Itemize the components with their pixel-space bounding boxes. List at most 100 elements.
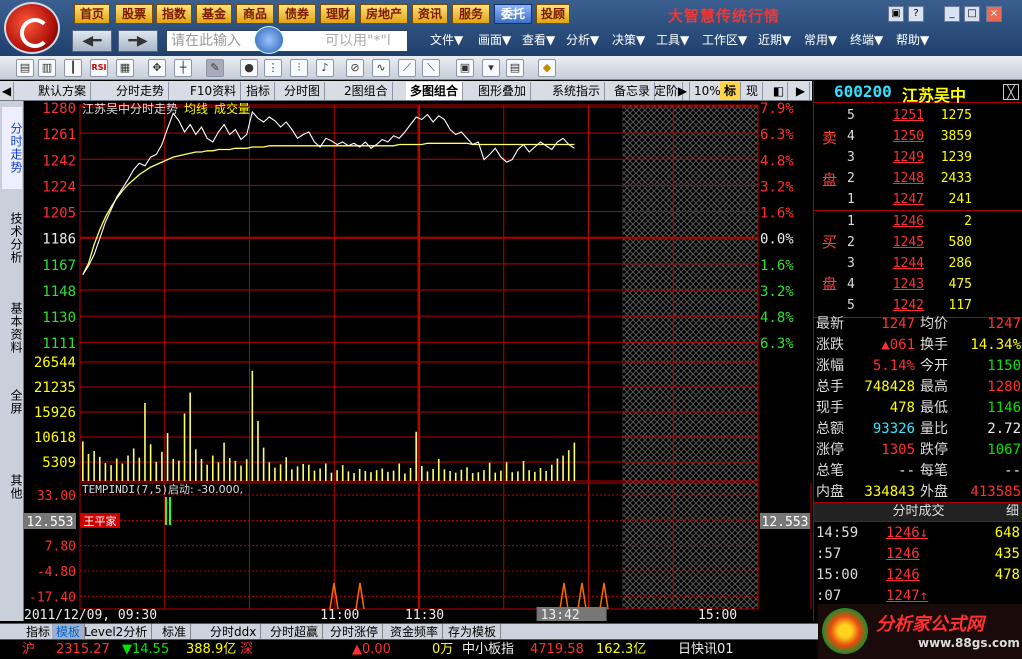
menu-item-1[interactable]: 画面▼ (478, 32, 511, 48)
nav-button-1[interactable]: 股票 (115, 4, 153, 24)
search-input[interactable]: 请在此输入 可以用"*"l (166, 30, 408, 52)
bid-row[interactable]: 5 1242 117 (814, 295, 1022, 316)
trend-up-icon[interactable]: ⟋ (398, 59, 416, 77)
maximize-icon[interactable]: □ (964, 6, 980, 22)
bell-icon[interactable]: ♪ (316, 59, 334, 77)
nav-button-4[interactable]: 商品 (236, 4, 274, 24)
intraday-chart[interactable]: 1280 7.9% 1261 6.3% 1242 4.8% 1224 3.2% 1205 1.6%… (24, 101, 813, 621)
kline-icon[interactable]: ┃ (64, 59, 82, 77)
chart-tab-6[interactable]: 多图组合 (406, 82, 464, 100)
rsi-icon[interactable]: RSI (90, 59, 108, 77)
nav-button-3[interactable]: 基金 (196, 4, 232, 24)
side-tab-4[interactable]: 其他 (2, 467, 23, 507)
draw-icon[interactable]: ✎ (206, 59, 224, 77)
move-icon[interactable]: ✥ (148, 59, 166, 77)
tab-scroll-left-icon[interactable]: ◀ (0, 82, 14, 100)
ask-row[interactable]: 2 1248 2433 (814, 168, 1022, 189)
report-icon[interactable]: ▤ (506, 59, 524, 77)
nav-button-10[interactable]: 委托 (494, 4, 532, 24)
menu-item-2[interactable]: 查看▼ (522, 32, 555, 48)
nav-button-8[interactable]: 资讯 (412, 4, 448, 24)
menu-item-6[interactable]: 工作区▼ (702, 32, 747, 48)
layout-toggle-icon[interactable]: ▣ (888, 6, 904, 22)
tab-scroll-right-icon[interactable]: ▶ (676, 82, 690, 100)
ask-row[interactable]: 4 1250 3859 (814, 126, 1022, 147)
chart-tab-9[interactable]: 备忘录 (610, 82, 656, 100)
bottom-tab-7[interactable]: 资金频率 (386, 624, 444, 640)
bottom-tab-6[interactable]: 分时涨停 (326, 624, 384, 640)
side-tab-3[interactable]: 全屏 (2, 377, 23, 427)
bid-row[interactable]: 1 1246 2 (814, 211, 1022, 232)
grid-icon[interactable]: ▦ (116, 59, 134, 77)
bottom-tab-4[interactable]: 分时ddx (206, 624, 262, 640)
nav-button-5[interactable]: 债券 (278, 4, 316, 24)
crosshair-icon[interactable]: ┼ (174, 59, 192, 77)
no-entry-icon[interactable]: ⊘ (346, 59, 364, 77)
nav-button-11[interactable]: 投顾 (536, 4, 570, 24)
back-button[interactable]: ◀━ (72, 30, 112, 52)
wave-icon[interactable]: ∿ (372, 59, 390, 77)
menu-item-4[interactable]: 决策▼ (612, 32, 645, 48)
nav-button-0[interactable]: 首页 (74, 4, 110, 24)
save-icon[interactable]: ▾ (482, 59, 500, 77)
app-logo-icon[interactable] (4, 2, 60, 54)
mark-button[interactable]: 标 (720, 82, 742, 100)
ask-row[interactable]: 5 1251 1275 (814, 105, 1022, 126)
folder-icon[interactable]: ▤ (16, 59, 34, 77)
menu-item-3[interactable]: 分析▼ (566, 32, 599, 48)
menu-item-5[interactable]: 工具▼ (656, 32, 689, 48)
bid-row[interactable]: 2 1245 580 (814, 232, 1022, 253)
color-icon[interactable]: ● (240, 59, 258, 77)
bid-row[interactable]: 4 1243 475 (814, 274, 1022, 295)
bottom-tab-0[interactable]: 指标 (22, 624, 56, 640)
chart-tab-2[interactable]: F10资料 (186, 82, 242, 100)
chart-tab-1[interactable]: 分时走势 (112, 82, 170, 100)
side-tab-2[interactable]: 基本资料 (2, 287, 23, 369)
menu-item-9[interactable]: 终端▼ (850, 32, 883, 48)
chart-tab-3[interactable]: 指标 (242, 82, 276, 100)
bottom-tab-2[interactable]: Level2分析 (80, 624, 153, 640)
bottom-tab-5[interactable]: 分时超赢 (266, 624, 324, 640)
diamond-icon[interactable]: ◆ (538, 59, 556, 77)
chart-tab-bar: ◀ 默认方案 分时走势 F10资料 指标 分时图 2图组合 多图组合 图形叠加 系统指示 备忘录定… (0, 81, 812, 101)
menu-item-8[interactable]: 常用▼ (804, 32, 837, 48)
nav-button-9[interactable]: 服务 (452, 4, 490, 24)
help-icon[interactable]: ? (908, 6, 924, 22)
search-bird-icon[interactable] (254, 26, 284, 54)
minimize-icon[interactable]: _ (944, 6, 960, 22)
trend-down-icon[interactable]: ⟍ (422, 59, 440, 77)
chart-tab-8[interactable]: 系统指示 (548, 82, 606, 100)
menu-item-0[interactable]: 文件▼ (430, 32, 463, 48)
ask-row[interactable]: 3 1249 1239 (814, 147, 1022, 168)
chart-tab-5[interactable]: 2图组合 (340, 82, 393, 100)
menu-item-10[interactable]: 帮助▼ (896, 32, 929, 48)
stat-label: 现手 (816, 400, 844, 416)
panel-close-icon[interactable]: ╳ (1003, 84, 1019, 100)
close-icon[interactable]: × (986, 6, 1002, 22)
chart-icon[interactable]: ▥ (38, 59, 56, 77)
stat-label: 最新 (816, 316, 844, 332)
calc-icon[interactable]: ▣ (456, 59, 474, 77)
lines-icon[interactable]: ⋮ (264, 59, 282, 77)
trade-detail-button[interactable]: 细 (1006, 503, 1019, 521)
stat-label: 涨停 (816, 442, 844, 458)
side-tab-1[interactable]: 技术分析 (2, 197, 23, 279)
nav-button-7[interactable]: 房地产 (360, 4, 408, 24)
menu-item-7[interactable]: 近期▼ (758, 32, 791, 48)
bid-row[interactable]: 3 1244 286 (814, 253, 1022, 274)
ask-row[interactable]: 1 1247 241 (814, 189, 1022, 210)
panel-prev-icon[interactable]: ◧ (770, 82, 788, 100)
nav-button-6[interactable]: 理财 (320, 4, 356, 24)
nav-button-2[interactable]: 指数 (156, 4, 192, 24)
chart-tab-7[interactable]: 图形叠加 (474, 82, 532, 100)
now-button[interactable]: 现 (742, 82, 764, 100)
forward-button[interactable]: ━▶ (118, 30, 158, 52)
bottom-tab-3[interactable]: 标准 (158, 624, 192, 640)
chart-tab-0[interactable]: 默认方案 (34, 82, 92, 100)
side-tab-0[interactable]: 分时走势 (2, 107, 23, 189)
status-item: ▼14.55 (122, 642, 170, 657)
panel-next-icon[interactable]: ▶ (792, 82, 810, 100)
bottom-tab-8[interactable]: 存为模板 (444, 624, 502, 640)
sliders-icon[interactable]: ⫶ (290, 59, 308, 77)
chart-tab-4[interactable]: 分时图 (280, 82, 326, 100)
